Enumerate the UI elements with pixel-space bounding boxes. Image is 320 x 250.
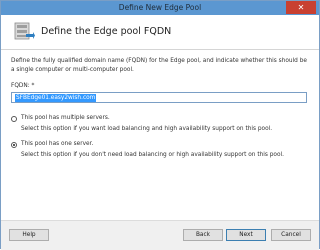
- cancel-button[interactable]: Cancel: [271, 229, 311, 241]
- multiple-servers-radio[interactable]: [11, 116, 17, 122]
- window-title: Define New Edge Pool: [118, 3, 202, 12]
- page-title: Define the Edge pool FQDN: [41, 26, 172, 37]
- one-server-label[interactable]: This pool has one server.: [21, 141, 93, 147]
- one-server-description: Select this option if you don't need loa…: [21, 152, 284, 158]
- fqdn-input[interactable]: SFBEdge01.easy2wish.com: [11, 92, 307, 103]
- help-button[interactable]: Help: [9, 229, 49, 241]
- dialog-window: Define New Edge Pool ✕ Define the Edge p…: [0, 0, 320, 250]
- wizard-pool-icon: [14, 22, 35, 40]
- multiple-servers-label[interactable]: This pool has multiple servers.: [21, 115, 110, 121]
- back-button[interactable]: Back: [183, 229, 223, 241]
- next-button[interactable]: Next: [226, 229, 266, 241]
- one-server-radio[interactable]: [11, 142, 17, 148]
- fqdn-label: FQDN: *: [11, 83, 35, 89]
- wizard-body: Define the fully qualified domain name (…: [1, 50, 319, 220]
- wizard-footer: Help Back Next Cancel: [1, 220, 319, 250]
- title-bar[interactable]: Define New Edge Pool ✕: [1, 1, 319, 15]
- intro-text: Define the fully qualified domain name (…: [11, 58, 307, 73]
- fqdn-value: SFBEdge01.easy2wish.com: [15, 94, 97, 102]
- wizard-header: Define the Edge pool FQDN: [1, 15, 319, 50]
- close-button[interactable]: ✕: [286, 1, 316, 14]
- multiple-servers-description: Select this option if you want load bala…: [21, 126, 273, 132]
